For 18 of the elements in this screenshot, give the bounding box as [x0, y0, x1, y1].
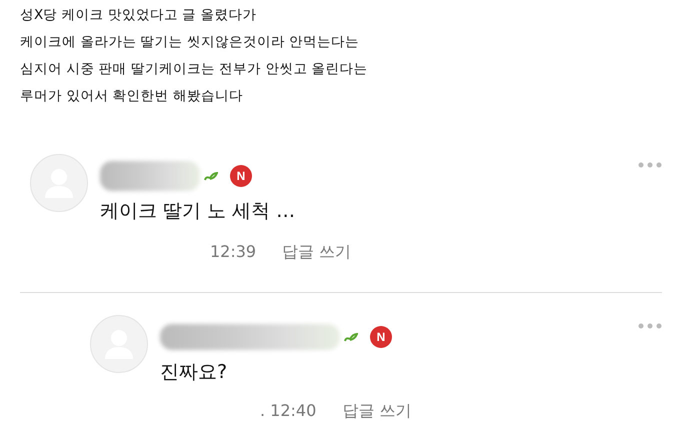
- reply-link[interactable]: 답글 쓰기: [342, 401, 412, 422]
- avatar-icon: [30, 154, 88, 212]
- post-text-line: 루머가 있어서 확인한번 해봤습니다: [20, 87, 244, 106]
- sprout-icon: [202, 170, 218, 182]
- new-badge: N: [370, 326, 392, 348]
- avatar-icon: [90, 315, 148, 373]
- more-icon[interactable]: [638, 323, 662, 329]
- post-text-line: 케이크에 올라가는 딸기는 씻지않은것이라 안먹는다는: [20, 33, 360, 52]
- sprout-icon: [342, 331, 358, 343]
- more-icon[interactable]: [638, 162, 662, 168]
- post-text-line: 성X당 케이크 맛있었다고 글 올렸다가: [20, 6, 258, 25]
- new-badge: N: [230, 165, 252, 187]
- comment-time: 12:39: [210, 242, 256, 263]
- post-text-line: 심지어 시중 판매 딸기케이크는 전부가 안씻고 올린다는: [20, 60, 369, 79]
- comment-time: . 12:40: [260, 401, 316, 422]
- reply-link[interactable]: 답글 쓰기: [282, 242, 352, 263]
- comment-text: 진짜요?: [160, 360, 228, 385]
- comment-text: 케이크 딸기 노 세척 …: [100, 199, 296, 224]
